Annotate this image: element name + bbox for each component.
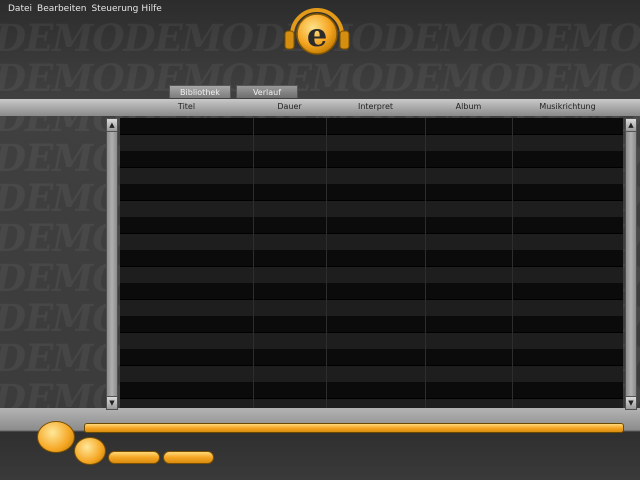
table-row[interactable] xyxy=(120,283,623,299)
table-row[interactable] xyxy=(120,382,623,398)
next-button[interactable] xyxy=(163,451,214,464)
progress-bar[interactable] xyxy=(84,423,624,433)
column-header-musikrichtung[interactable]: Musikrichtung xyxy=(512,99,623,116)
scroll-up-arrow-icon[interactable]: ▲ xyxy=(626,119,636,132)
play-button[interactable] xyxy=(37,421,75,453)
column-divider xyxy=(253,118,254,410)
menu-hilfe[interactable]: Hilfe xyxy=(141,4,161,14)
column-divider xyxy=(425,118,426,410)
menu-bearbeiten[interactable]: Bearbeiten xyxy=(37,4,86,14)
scroll-down-arrow-icon[interactable]: ▼ xyxy=(107,396,117,409)
headphones-e-logo-icon: e xyxy=(284,8,350,55)
column-header-titel[interactable]: Titel xyxy=(120,99,253,116)
table-row[interactable] xyxy=(120,217,623,233)
table-row[interactable] xyxy=(120,365,623,382)
track-table[interactable] xyxy=(120,118,623,410)
table-row[interactable] xyxy=(120,299,623,316)
menu-steuerung[interactable]: Steuerung xyxy=(91,4,138,14)
table-row[interactable] xyxy=(120,200,623,217)
table-row[interactable] xyxy=(120,266,623,283)
table-row[interactable] xyxy=(120,134,623,151)
right-scrollbar[interactable]: ▲ ▼ xyxy=(625,118,637,410)
watermark-row: DEMODEMODEMODEMODEMODEMODEMODEMODE xyxy=(0,56,640,100)
column-header-album[interactable]: Album xyxy=(425,99,512,116)
tab-verlauf[interactable]: Verlauf xyxy=(236,85,298,98)
column-divider xyxy=(326,118,327,410)
app-window: DEMODEMODEMODEMODEMODEMODEMODEMODEDEMODE… xyxy=(0,0,640,480)
logo-letter: e xyxy=(307,16,327,54)
table-row[interactable] xyxy=(120,250,623,266)
scroll-up-arrow-icon[interactable]: ▲ xyxy=(107,119,117,132)
tab-bar: Bibliothek Verlauf xyxy=(169,85,298,98)
table-row[interactable] xyxy=(120,167,623,184)
table-row[interactable] xyxy=(120,349,623,365)
table-row[interactable] xyxy=(120,151,623,167)
table-row[interactable] xyxy=(120,233,623,250)
previous-button[interactable] xyxy=(108,451,160,464)
table-row[interactable] xyxy=(120,118,623,134)
table-row[interactable] xyxy=(120,332,623,349)
table-row[interactable] xyxy=(120,316,623,332)
column-divider xyxy=(512,118,513,410)
scroll-track[interactable] xyxy=(107,132,117,396)
stop-button[interactable] xyxy=(74,437,106,465)
left-scrollbar[interactable]: ▲ ▼ xyxy=(106,118,118,410)
menu-bar: Datei Bearbeiten Steuerung Hilfe xyxy=(8,4,162,14)
column-header-interpret[interactable]: Interpret xyxy=(326,99,425,116)
scroll-down-arrow-icon[interactable]: ▼ xyxy=(626,396,636,409)
scroll-track[interactable] xyxy=(626,132,636,396)
table-header: Titel Dauer Interpret Album Musikrichtun… xyxy=(0,99,640,116)
menu-datei[interactable]: Datei xyxy=(8,4,32,14)
column-header-dauer[interactable]: Dauer xyxy=(253,99,326,116)
table-row[interactable] xyxy=(120,184,623,200)
tab-bibliothek[interactable]: Bibliothek xyxy=(169,85,231,98)
